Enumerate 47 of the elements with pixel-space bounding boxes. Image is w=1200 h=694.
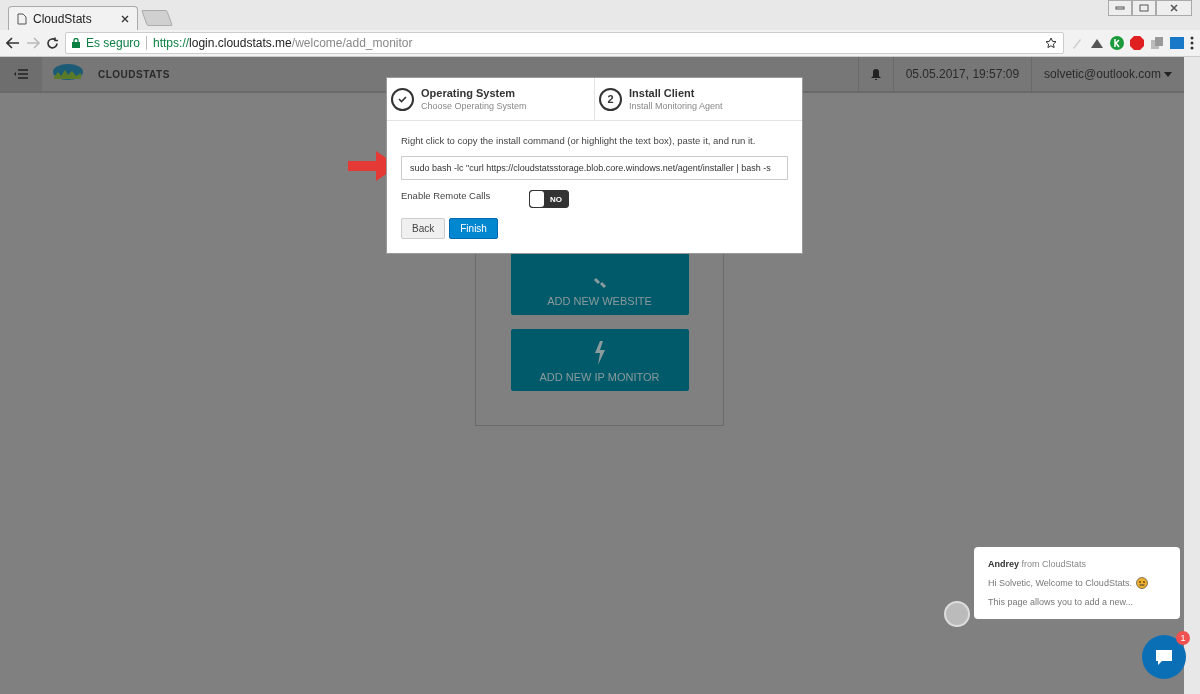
remote-calls-toggle[interactable]: NO bbox=[529, 190, 569, 208]
secure-label: Es seguro bbox=[86, 36, 141, 50]
page-icon bbox=[17, 12, 27, 25]
date-time: 05.05.2017, 19:57:09 bbox=[892, 57, 1032, 91]
maximize-icon bbox=[1139, 4, 1149, 12]
instruction-text: Right click to copy the install command (or highlight the text box), paste it, and run it. bbox=[401, 135, 757, 146]
step-title: Operating System bbox=[421, 87, 517, 99]
brand-name: CLOUDSTATS bbox=[98, 68, 170, 80]
chat-message-card[interactable]: Andrey from CloudStats Hi Solvetic, Welcome to CloudStats. This page allows you to add a new... bbox=[974, 547, 1180, 619]
menu-icon[interactable] bbox=[1190, 36, 1194, 50]
smiley-icon bbox=[1135, 577, 1148, 589]
finish-button[interactable]: Finish bbox=[449, 218, 498, 239]
star-icon[interactable] bbox=[1045, 37, 1057, 49]
step-subtitle: Install Monitoring Agent bbox=[629, 101, 723, 111]
maximize-button[interactable] bbox=[1132, 0, 1156, 16]
menu-icon bbox=[14, 69, 28, 79]
step-title: Install Client bbox=[629, 87, 696, 99]
address-bar[interactable]: Es seguro https://login.cloudstats.me/welcome/add_monitor bbox=[65, 32, 1064, 54]
menu-toggle-button[interactable] bbox=[0, 57, 42, 91]
toggle-label: Enable Remote Calls bbox=[401, 190, 492, 201]
avatar bbox=[944, 601, 970, 627]
back-arrow-icon[interactable] bbox=[6, 37, 20, 49]
tab-title: CloudStats bbox=[33, 11, 93, 26]
chat-greeting: Hi Solvetic, Welcome to CloudStats. bbox=[988, 578, 1132, 588]
lightning-icon bbox=[593, 341, 606, 365]
chat-icon bbox=[1154, 648, 1174, 666]
chat-sender: Andrey from CloudStats bbox=[988, 559, 1088, 569]
minimize-icon bbox=[1115, 6, 1125, 10]
reload-icon[interactable] bbox=[46, 36, 59, 50]
close-button[interactable] bbox=[1156, 0, 1192, 16]
lock-icon bbox=[72, 38, 80, 48]
close-icon bbox=[1170, 4, 1178, 12]
adblock-icon[interactable] bbox=[1130, 36, 1144, 50]
notification-badge: 1 bbox=[1176, 631, 1190, 645]
browser-tab[interactable]: CloudStats bbox=[8, 6, 138, 30]
chat-preview: This page allows you to add a new... bbox=[988, 597, 1135, 607]
close-icon[interactable] bbox=[121, 14, 129, 23]
caret-icon bbox=[1164, 71, 1172, 77]
bell-icon bbox=[870, 68, 881, 80]
k-extension-icon[interactable] bbox=[1110, 36, 1124, 50]
minimize-button[interactable] bbox=[1108, 0, 1132, 16]
copy-icon[interactable] bbox=[1150, 36, 1164, 50]
command-field[interactable]: sudo bash -lc "curl https://cloudstatsstorage.blob.core.windows.net/agent/installer | bash -s bbox=[401, 156, 788, 180]
step-subtitle: Choose Operating System bbox=[421, 101, 527, 111]
step-number: 2 bbox=[599, 87, 622, 111]
url-text: https://login.cloudstats.me/welcome/add_monitor bbox=[153, 36, 413, 50]
back-button[interactable]: Back bbox=[401, 218, 446, 239]
